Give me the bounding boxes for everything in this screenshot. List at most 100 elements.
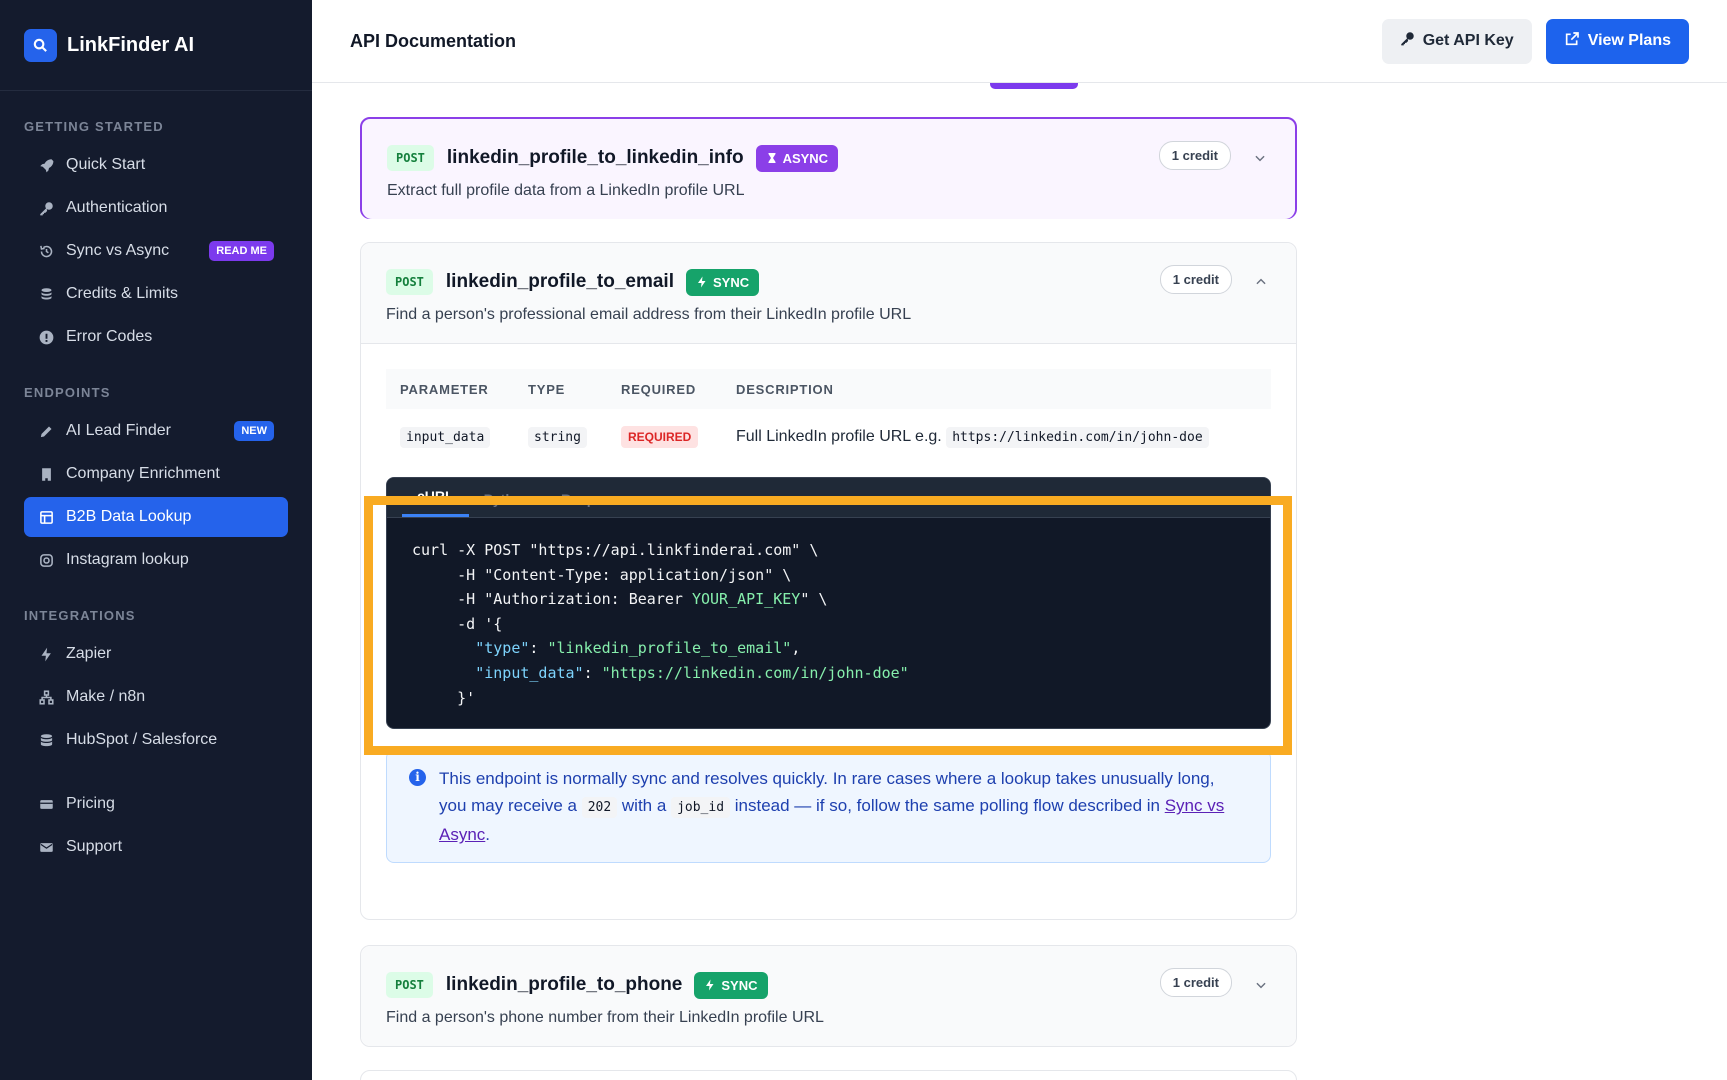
sidebar-item-ai-lead-finder[interactable]: AI Lead Finder NEW [24,411,288,451]
sidebar-item-label: Company Enrichment [66,465,220,482]
endpoint-header[interactable]: POST linkedin_profile_to_email SYNC Find… [361,243,1296,343]
chevron-down-icon[interactable] [1254,978,1268,992]
get-api-key-label: Get API Key [1422,32,1514,49]
code-token: "type" [475,639,530,658]
code-tabs: cURL Python Response [387,478,1270,518]
sidebar-item-label: AI Lead Finder [66,422,171,439]
sidebar-item-company-enrichment[interactable]: Company Enrichment [24,454,288,494]
info-note: i This endpoint is normally sync and res… [386,750,1271,864]
key-icon [1400,31,1415,51]
sidebar-item-support[interactable]: Support [24,827,288,867]
alert-icon [38,329,54,345]
coins-icon [38,286,54,302]
endpoint-name: linkedin_profile_to_phone [445,974,683,995]
code-line: -H "Authorization: Bearer [412,590,692,609]
endpoint-card: POST linkedin_profile_to_email SYNC Find… [360,242,1297,920]
method-badge: POST [387,145,434,171]
param-description: Full LinkedIn profile URL e.g. [736,428,942,445]
history-icon [38,243,54,259]
view-plans-label: View Plans [1587,32,1671,49]
read-me-badge: READ ME [209,241,274,261]
parameters-table: PARAMETER TYPE REQUIRED DESCRIPTION inpu… [386,369,1271,465]
sidebar-item-make-n8n[interactable]: Make / n8n [24,677,288,717]
credit-badge: 1 credit [1158,141,1231,170]
tab-response[interactable]: Response [546,491,643,517]
note-text: with a [621,796,667,816]
sidebar-item-pricing[interactable]: Pricing [24,784,288,824]
sidebar-item-error-codes[interactable]: Error Codes [24,317,288,357]
sidebar-item-credits-limits[interactable]: Credits & Limits [24,274,288,314]
sidebar-item-sync-vs-async[interactable]: Sync vs Async READ ME [24,231,288,271]
note-text: . [485,825,491,845]
code-token: "https://linkedin.com/in/john-doe" [601,663,909,682]
bolt-icon [697,276,706,288]
sidebar-item-label: Quick Start [66,156,146,173]
sidebar: LinkFinder AI GETTING STARTED Quick Star… [0,0,312,1080]
pen-icon [38,423,54,439]
get-api-key-button[interactable]: Get API Key [1381,18,1532,64]
header-actions: Get API Key View Plans [1381,18,1689,64]
key-icon [38,200,54,216]
nav-section-integrations: INTEGRATIONS Zapier Make / n8n HubSpot /… [0,608,312,760]
code-token: "linkedin_profile_to_email" [547,639,792,658]
sidebar-item-label: Error Codes [66,328,153,345]
code-line: -d '{ [412,614,503,633]
endpoint-card[interactable] [360,1070,1297,1080]
nav-heading: ENDPOINTS [24,385,111,400]
nav-heading: INTEGRATIONS [24,608,136,623]
info-icon: i [409,769,426,787]
sync-badge: SYNC [685,268,760,296]
endpoint-card[interactable]: POST linkedin_profile_to_linkedin_info A… [360,117,1297,219]
method-badge: POST [386,972,433,998]
required-badge: REQUIRED [621,426,699,448]
param-name: input_data [400,427,491,448]
sidebar-item-zapier[interactable]: Zapier [24,634,288,674]
sidebar-item-authentication[interactable]: Authentication [24,188,288,228]
page-title: API Documentation [350,30,517,51]
nav-section-getting-started: GETTING STARTED Quick Start Authenticati… [0,119,312,357]
sidebar-item-label: B2B Data Lookup [66,508,192,525]
view-plans-button[interactable]: View Plans [1545,18,1689,64]
column-header: DESCRIPTION [722,369,1271,409]
sidebar-item-b2b-data-lookup[interactable]: B2B Data Lookup [24,497,288,537]
endpoint-card[interactable]: POST linkedin_profile_to_phone SYNC Find… [360,945,1297,1047]
hourglass-icon [768,153,776,163]
sidebar-item-quick-start[interactable]: Quick Start [24,145,288,185]
code-token: "input_data" [475,663,584,682]
code-line: curl -X POST "https://api.linkfinderai.c… [412,541,819,559]
table-icon [38,509,54,525]
endpoint-header[interactable]: POST linkedin_profile_to_linkedin_info A… [362,119,1295,219]
sidebar-item-hubspot-salesforce[interactable]: HubSpot / Salesforce [24,720,288,760]
sidebar-item-instagram-lookup[interactable]: Instagram lookup [24,540,288,580]
code-token: YOUR_API_KEY [691,590,801,609]
note-text: instead — if so, follow the same polling… [734,796,1160,816]
endpoint-description: Extract full profile data from a LinkedI… [387,182,745,199]
param-type: string [528,427,587,448]
endpoint-description: Find a person's phone number from their … [386,1009,824,1026]
brand[interactable]: LinkFinder AI [0,0,312,91]
note-code: 202 [581,797,618,819]
header: API Documentation Get API Key View Plans [312,0,1727,83]
chevron-down-icon[interactable] [1253,151,1267,165]
code-content[interactable]: curl -X POST "https://api.linkfinderai.c… [387,518,1270,728]
endpoint-header[interactable]: POST linkedin_profile_to_phone SYNC Find… [361,946,1296,1046]
nav-heading: GETTING STARTED [24,119,164,134]
sidebar-item-label: Zapier [66,645,112,662]
tab-python[interactable]: Python [469,491,546,517]
code-line: -H "Content-Type: application/json" \ [412,565,792,584]
code-line: }' [412,688,476,707]
endpoint-name: linkedin_profile_to_linkedin_info [446,147,744,168]
sidebar-item-label: Authentication [66,199,168,216]
brand-name: LinkFinder AI [67,33,195,56]
endpoint-body: PARAMETER TYPE REQUIRED DESCRIPTION inpu… [361,343,1296,911]
column-header: PARAMETER [386,369,514,409]
chevron-up-icon[interactable] [1254,275,1268,289]
endpoint-description: Find a person's professional email addre… [386,306,912,323]
section-indicator [990,83,1078,89]
network-icon [38,689,54,705]
sidebar-item-label: Pricing [66,795,115,812]
main-content: POST linkedin_profile_to_linkedin_info A… [312,83,1727,1080]
card-icon [38,796,54,812]
tab-curl[interactable]: cURL [402,488,469,517]
sidebar-item-label: Support [66,838,123,855]
